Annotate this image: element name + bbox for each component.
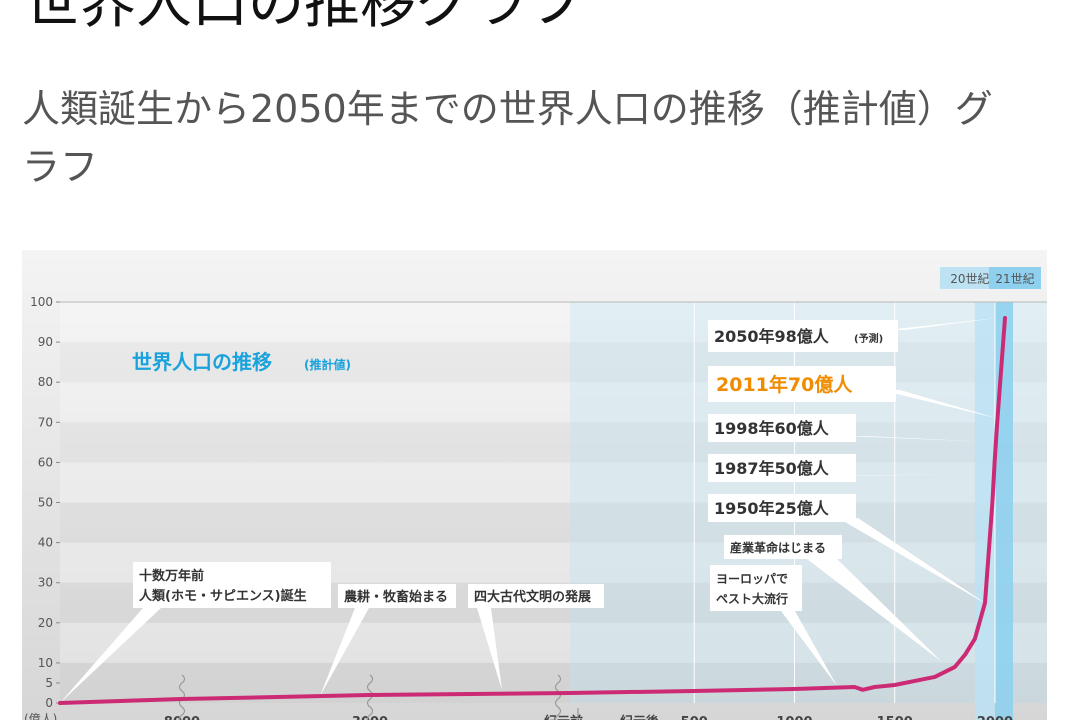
x-tick-label: 紀元後 [620,714,660,720]
callout-plague-text: ペスト大流行 [716,591,788,606]
callout-2050-note: (予測) [854,332,883,345]
page-title: 世界人口の推移グラフ [24,0,584,39]
callout-human-birth-text: 人類(ホモ・サピエンス)誕生 [139,588,307,604]
y-tick-label: 40 [38,536,53,550]
y-tick-label: 90 [38,335,53,349]
y-tick-label: 70 [38,415,53,429]
callout-1998-text: 1998年60億人 [714,419,830,438]
x-tick-label: 2000 [977,715,1013,720]
y-axis-label: (億人) [24,712,57,720]
callout-human-birth-text: 十数万年前 [139,568,204,584]
page-subtitle: 人類誕生から2050年までの世界人口の推移（推計値）グラフ [22,80,1022,196]
label-21st-century: 21世紀 [995,272,1034,286]
x-tick-label: 500 [681,715,708,720]
y-tick-label: 0 [45,696,53,710]
callout-agriculture-text: 農耕・牧畜始まる [344,589,448,605]
chart-container: 20世紀21世紀05102030405060708090100(億人)80003… [22,250,1047,720]
callout-2050-text: 2050年98億人 [714,327,830,346]
callout-1950-text: 1950年25億人 [714,499,830,518]
band-21st-century [995,302,1013,720]
x-tick-label: 1000 [776,715,812,720]
callout-plague-text: ヨーロッパで [716,572,788,586]
y-tick-label: 100 [30,295,53,309]
callout-civilizations-text: 四大古代文明の発展 [474,589,592,605]
x-tick-label: 1500 [877,715,913,720]
y-tick-label: 60 [38,455,53,469]
chart-title: 世界人口の推移 [132,350,272,374]
y-tick-label: 80 [38,375,53,389]
y-tick-label: 20 [38,616,53,630]
population-chart: 20世紀21世紀05102030405060708090100(億人)80003… [22,250,1047,720]
callout-industrial-text: 産業革命はじまる [730,540,826,555]
x-tick-label: 紀元前 [544,714,583,720]
label-20th-century: 20世紀 [950,272,989,286]
callout-1987-text: 1987年50億人 [714,459,830,478]
y-tick-label: 5 [45,676,53,690]
callout-2011-text: 2011年70億人 [716,373,853,396]
y-tick-label: 10 [38,656,53,670]
y-tick-label: 50 [38,496,53,510]
chart-title-note: (推計値) [304,357,351,372]
y-tick-label: 30 [38,576,53,590]
